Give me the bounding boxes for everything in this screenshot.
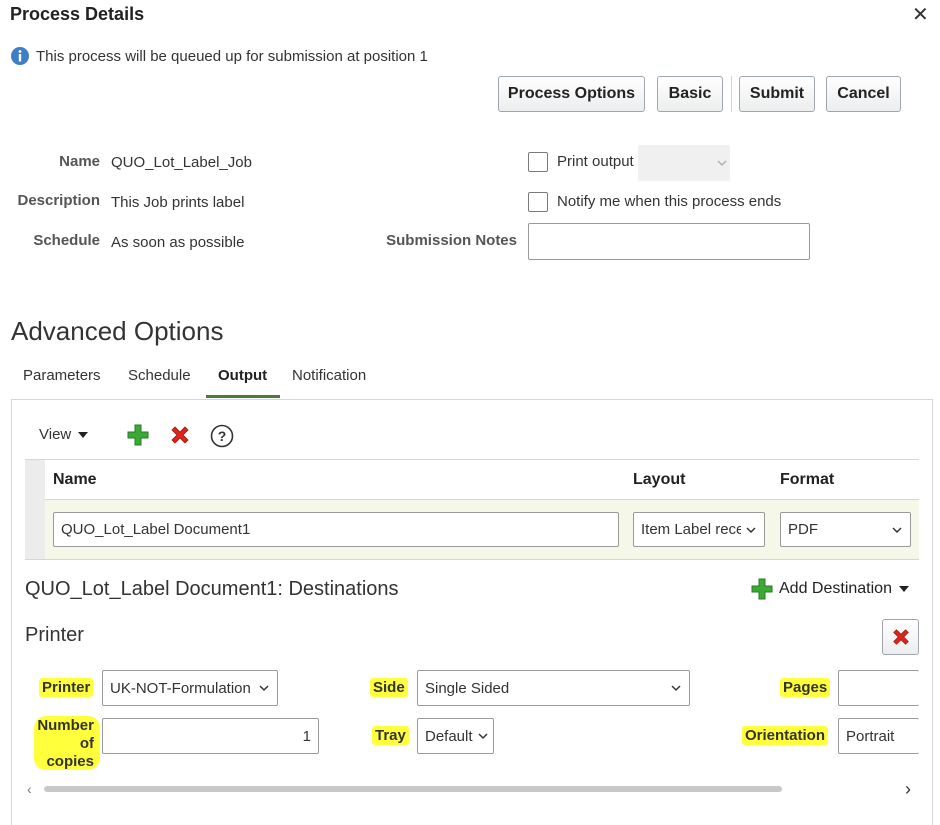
submission-notes-label: Submission Notes xyxy=(386,232,517,249)
info-message: This process will be queued up for submi… xyxy=(10,46,428,66)
destinations-heading: QUO_Lot_Label Document1: Destinations xyxy=(25,578,399,600)
active-tab-indicator xyxy=(206,395,280,398)
info-icon xyxy=(11,47,29,65)
scroll-left-arrow[interactable]: ‹ xyxy=(27,781,32,797)
description-value: This Job prints label xyxy=(111,194,245,211)
tab-parameters[interactable]: Parameters xyxy=(23,367,101,384)
info-message-text: This process will be queued up for submi… xyxy=(36,47,428,65)
horizontal-scrollbar-thumb[interactable] xyxy=(44,786,782,792)
schedule-label: Schedule xyxy=(33,232,100,249)
notify-checkbox[interactable] xyxy=(528,192,548,212)
tab-notification[interactable]: Notification xyxy=(292,367,366,384)
chevron-down-icon xyxy=(478,733,488,740)
printer-select[interactable]: UK-NOT-Formulation xyxy=(102,670,278,706)
column-header-layout: Layout xyxy=(633,471,686,488)
output-panel xyxy=(11,399,933,825)
submission-notes-input[interactable] xyxy=(528,223,810,260)
submit-button[interactable]: Submit xyxy=(739,76,815,112)
orientation-select[interactable]: Portrait xyxy=(838,718,919,754)
view-label: View xyxy=(39,426,72,443)
chevron-down-icon xyxy=(746,526,756,533)
description-label: Description xyxy=(17,192,100,209)
add-destination-label: Add Destination xyxy=(779,580,892,597)
side-label: Side xyxy=(370,678,408,697)
row-header-gutter xyxy=(25,460,45,559)
copies-label: Number of copies xyxy=(34,717,94,771)
name-value: QUO_Lot_Label_Job xyxy=(111,154,252,171)
printer-section-heading: Printer xyxy=(25,624,84,646)
chevron-down-icon xyxy=(892,526,902,533)
printer-label: Printer xyxy=(39,678,94,697)
svg-text:?: ? xyxy=(218,428,227,444)
add-destination-button[interactable]: Add Destination xyxy=(751,578,910,600)
table-top-border xyxy=(25,459,919,460)
process-options-button[interactable]: Process Options xyxy=(498,76,645,112)
print-output-label: Print output xyxy=(557,153,634,170)
tray-label: Tray xyxy=(372,726,409,745)
copies-input[interactable]: 1 xyxy=(102,718,319,754)
pages-input[interactable] xyxy=(838,670,919,706)
layout-select[interactable]: Item Label rece xyxy=(633,512,765,547)
cancel-button[interactable]: Cancel xyxy=(826,76,901,112)
help-icon[interactable]: ? xyxy=(210,424,234,448)
print-output-checkbox[interactable] xyxy=(528,152,548,172)
copies-label-line2: of xyxy=(79,735,94,752)
column-header-format: Format xyxy=(780,471,835,488)
add-icon xyxy=(751,578,773,600)
format-select[interactable]: PDF xyxy=(780,512,911,547)
chevron-down-icon xyxy=(717,160,727,167)
side-select[interactable]: Single Sided xyxy=(417,670,690,706)
table-bottom-border xyxy=(25,559,919,560)
toolbar-separator xyxy=(731,76,732,112)
print-output-select[interactable] xyxy=(638,145,730,181)
orientation-value: Portrait xyxy=(846,727,895,745)
tab-output[interactable]: Output xyxy=(218,367,267,384)
dialog-title: Process Details xyxy=(10,4,145,24)
add-icon[interactable] xyxy=(127,424,149,446)
orientation-label: Orientation xyxy=(742,726,829,745)
view-menu[interactable]: View xyxy=(39,426,89,443)
tab-schedule[interactable]: Schedule xyxy=(128,367,191,384)
basic-button[interactable]: Basic xyxy=(657,76,723,112)
name-label: Name xyxy=(59,153,100,170)
tray-select[interactable]: Default xyxy=(417,718,494,754)
column-header-name: Name xyxy=(53,471,97,488)
pages-label: Pages xyxy=(780,678,831,697)
chevron-down-icon xyxy=(671,685,681,692)
close-icon[interactable]: ✕ xyxy=(912,2,929,27)
delete-destination-button[interactable] xyxy=(882,619,919,655)
side-value: Single Sided xyxy=(425,679,510,697)
caret-down-icon xyxy=(898,586,909,592)
notify-label: Notify me when this process ends xyxy=(557,193,782,210)
layout-value: Item Label rece xyxy=(641,521,741,538)
tray-value: Default xyxy=(425,727,473,745)
output-name-input[interactable]: QUO_Lot_Label Document1 xyxy=(53,512,619,547)
delete-icon[interactable] xyxy=(169,424,191,446)
delete-icon xyxy=(892,629,909,645)
chevron-down-icon xyxy=(259,685,269,692)
schedule-value: As soon as possible xyxy=(111,234,245,251)
caret-down-icon xyxy=(78,431,89,438)
copies-label-line3: copies xyxy=(46,753,94,770)
advanced-options-heading: Advanced Options xyxy=(11,316,224,346)
printer-value: UK-NOT-Formulation xyxy=(110,679,251,697)
scroll-right-arrow[interactable]: › xyxy=(905,779,911,800)
format-value: PDF xyxy=(788,521,818,538)
copies-label-line1: Number xyxy=(37,717,94,734)
